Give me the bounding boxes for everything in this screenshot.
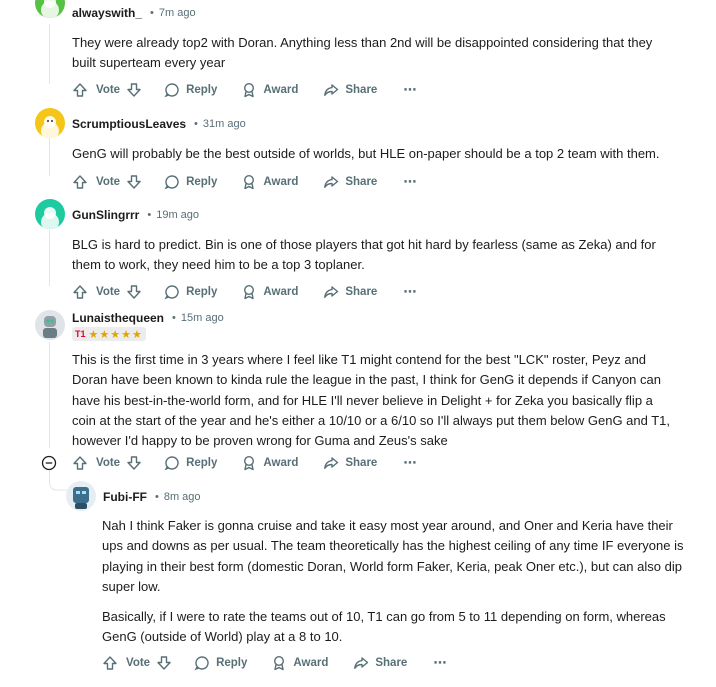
downvote-button[interactable]	[156, 655, 172, 671]
arrow-down-icon	[127, 285, 141, 299]
vote-label: Vote	[96, 286, 121, 298]
arrow-up-icon	[73, 456, 87, 470]
share-icon	[324, 84, 339, 96]
share-icon	[324, 176, 339, 188]
arrow-up-icon	[73, 285, 87, 299]
avatar[interactable]	[35, 310, 65, 340]
upvote-button[interactable]	[72, 284, 88, 300]
comment-author[interactable]: alwayswith_	[72, 6, 142, 20]
avatar[interactable]	[35, 199, 65, 229]
share-icon	[324, 457, 339, 469]
share-icon	[354, 657, 369, 669]
thread-line	[49, 230, 50, 286]
comment-author[interactable]: ScrumptiousLeaves	[72, 117, 186, 131]
award-icon	[244, 82, 255, 98]
reply-button[interactable]: Reply	[164, 455, 217, 471]
downvote-button[interactable]	[126, 284, 142, 300]
vote-label: Vote	[96, 457, 121, 469]
upvote-button[interactable]	[102, 655, 118, 671]
more-options-button[interactable]: ⋯	[403, 82, 416, 98]
award-button[interactable]: Award	[241, 284, 298, 300]
more-options-button[interactable]: ⋯	[403, 284, 416, 300]
avatar[interactable]	[35, 0, 65, 18]
share-button[interactable]: Share	[323, 174, 377, 190]
thread-line	[49, 342, 50, 448]
award-icon	[274, 655, 285, 671]
separator-dot: •	[194, 118, 198, 130]
award-icon	[244, 174, 255, 190]
comment-time: 7m ago	[158, 7, 196, 19]
avatar[interactable]	[35, 108, 65, 138]
comment-body: GenG will probably be the best outside o…	[72, 146, 660, 161]
arrow-up-icon	[103, 656, 117, 670]
comment-icon	[164, 456, 179, 471]
comment-time: 15m ago	[180, 312, 224, 324]
separator-dot: •	[147, 209, 152, 221]
award-icon	[244, 455, 255, 471]
vote-label: Vote	[96, 176, 121, 188]
comment-time: 31m ago	[202, 118, 246, 130]
arrow-down-icon	[127, 456, 141, 470]
comment-time: 8m ago	[163, 491, 201, 503]
comment-body: They were already top2 with Doran. Anyth…	[72, 35, 653, 71]
upvote-button[interactable]	[72, 455, 88, 471]
reply-button[interactable]: Reply	[194, 655, 247, 671]
arrow-up-icon	[73, 175, 87, 189]
user-flair: T1 ★★★★★	[72, 327, 146, 341]
more-options-button[interactable]: ⋯	[403, 174, 416, 190]
comment-body: This is the first time in 3 years where …	[72, 352, 671, 449]
separator-dot: •	[150, 7, 154, 19]
comment-author[interactable]: Lunaisthequeen	[72, 311, 164, 325]
arrow-down-icon	[127, 83, 141, 97]
vote-label: Vote	[126, 657, 151, 669]
separator-dot: •	[172, 312, 176, 324]
upvote-button[interactable]	[72, 82, 88, 98]
collapse-thread-button[interactable]	[41, 455, 57, 471]
share-button[interactable]: Share	[323, 284, 377, 300]
downvote-button[interactable]	[126, 82, 142, 98]
thread-line	[49, 138, 50, 176]
reply-button[interactable]: Reply	[164, 82, 217, 98]
comment-body-paragraph-2: Basically, if I were to rate the teams o…	[102, 609, 666, 645]
share-button[interactable]: Share	[353, 655, 407, 671]
arrow-down-icon	[157, 656, 171, 670]
upvote-button[interactable]	[72, 174, 88, 190]
comment-body: BLG is hard to predict. Bin is one of th…	[72, 237, 656, 273]
comment-icon	[194, 656, 209, 671]
reply-button[interactable]: Reply	[164, 174, 217, 190]
award-icon	[244, 284, 255, 300]
separator-dot: •	[154, 491, 159, 503]
comment-author[interactable]: Fubi-FF	[103, 490, 147, 504]
comment-body: Nah I think Faker is gonna cruise and ta…	[102, 518, 684, 594]
team-logo: T1	[75, 329, 86, 339]
comment-author[interactable]: GunSlingrrr	[72, 208, 139, 222]
comment-icon	[164, 83, 179, 98]
award-button[interactable]: Award	[241, 174, 298, 190]
comment-icon	[164, 175, 179, 190]
share-button[interactable]: Share	[323, 82, 377, 98]
collapse-icon	[41, 455, 57, 471]
comment-icon	[164, 285, 179, 300]
share-button[interactable]: Share	[323, 455, 377, 471]
more-options-button[interactable]: ⋯	[403, 455, 416, 471]
award-button[interactable]: Award	[241, 455, 298, 471]
arrow-down-icon	[127, 175, 141, 189]
flair-stars: ★★★★★	[88, 328, 143, 341]
vote-label: Vote	[96, 84, 121, 96]
share-icon	[324, 286, 339, 298]
thread-line	[49, 24, 50, 84]
more-options-button[interactable]: ⋯	[433, 655, 446, 671]
avatar[interactable]	[66, 481, 96, 511]
comment-time: 19m ago	[156, 209, 200, 221]
reply-button[interactable]: Reply	[164, 284, 217, 300]
arrow-up-icon	[73, 83, 87, 97]
downvote-button[interactable]	[126, 174, 142, 190]
award-button[interactable]: Award	[241, 82, 298, 98]
award-button[interactable]: Award	[271, 655, 328, 671]
downvote-button[interactable]	[126, 455, 142, 471]
